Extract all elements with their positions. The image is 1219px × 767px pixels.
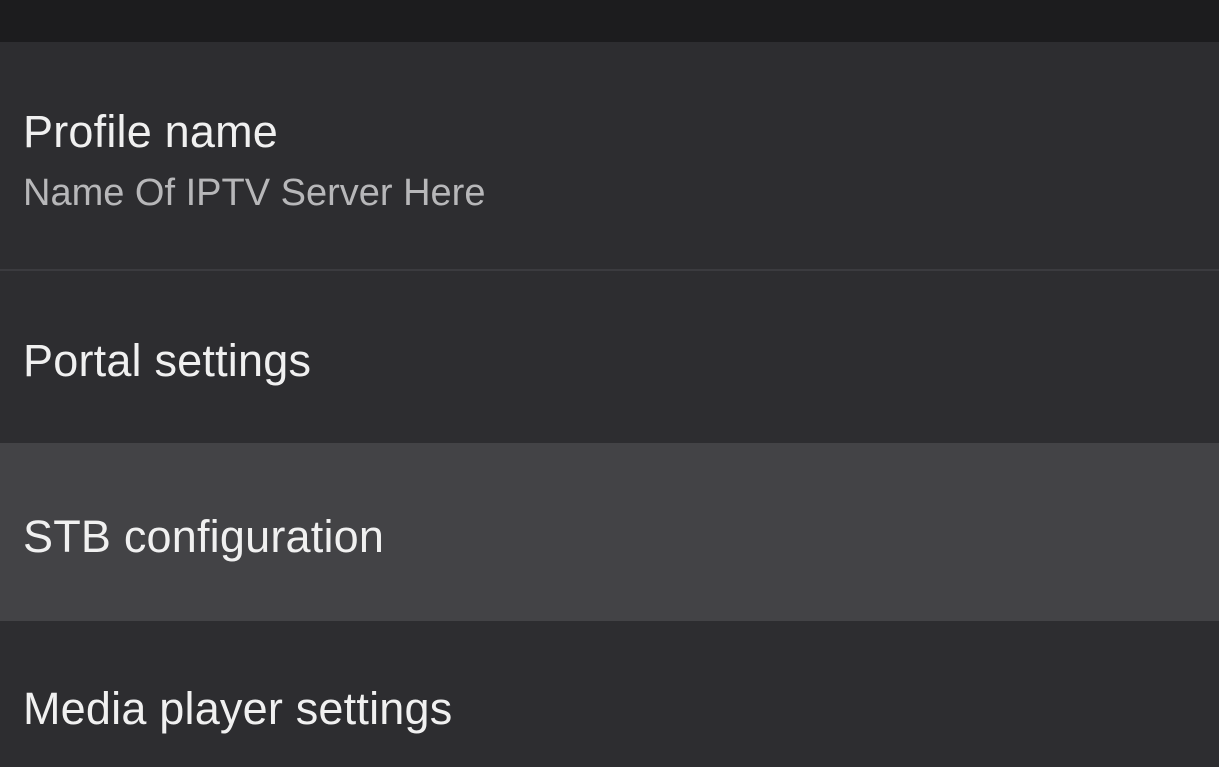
media-player-settings-item[interactable]: Media player settings [0,621,1219,767]
profile-name-setting[interactable]: Profile name Name Of IPTV Server Here [0,42,1219,271]
settings-screen: Profile name Name Of IPTV Server Here Po… [0,0,1219,767]
settings-list: Profile name Name Of IPTV Server Here Po… [0,42,1219,767]
portal-settings-title: Portal settings [23,335,312,386]
profile-name-summary: Name Of IPTV Server Here [23,172,486,214]
portal-settings-item[interactable]: Portal settings [0,271,1219,443]
profile-name-title: Profile name [23,106,279,157]
stb-configuration-item[interactable]: STB configuration [0,443,1219,621]
stb-configuration-title: STB configuration [23,511,385,562]
top-app-bar [0,0,1219,42]
media-player-settings-title: Media player settings [23,683,453,734]
